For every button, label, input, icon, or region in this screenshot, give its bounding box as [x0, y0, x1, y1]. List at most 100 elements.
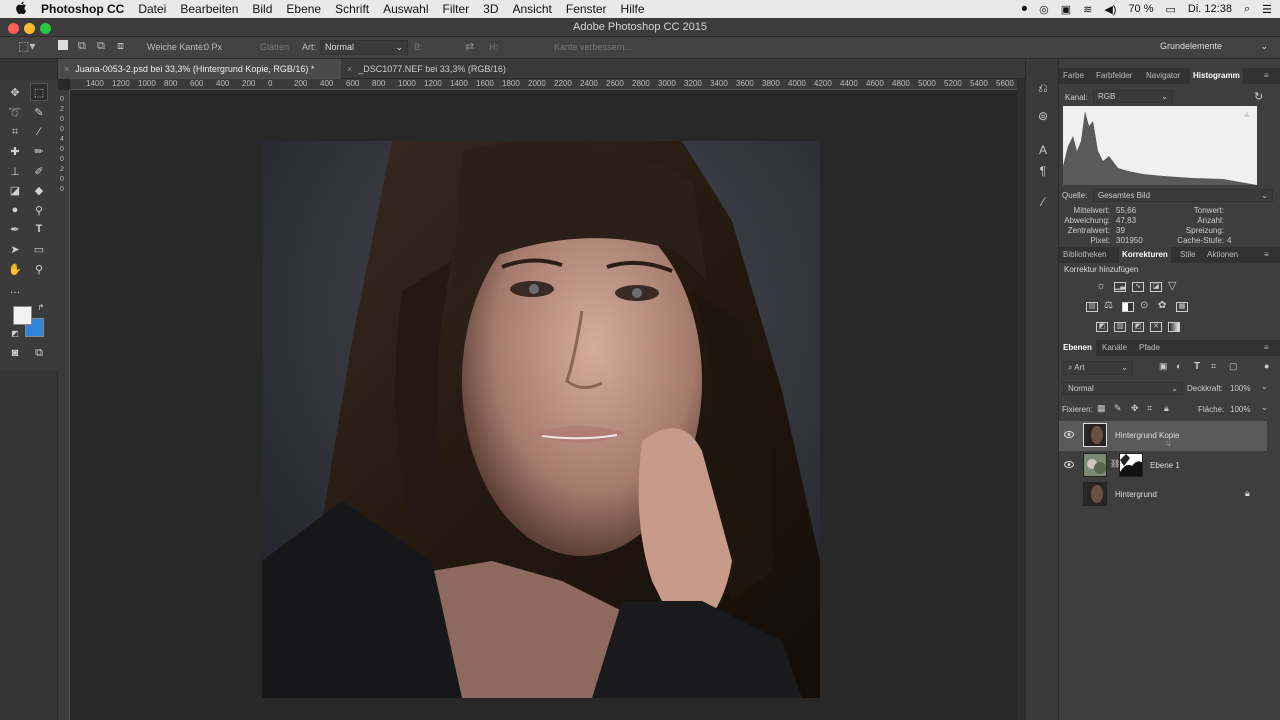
brightness-adj-icon[interactable]: ☼ [1096, 280, 1106, 292]
menu-auswahl[interactable]: Auswahl [383, 2, 428, 16]
lock-transparent-icon[interactable]: ▦ [1097, 403, 1106, 414]
battery-icon[interactable]: ▭ [1166, 3, 1176, 16]
chevron-down-icon[interactable]: ⌄ [1261, 403, 1268, 412]
exposure-adj-icon[interactable]: ◪ [1150, 282, 1162, 292]
color-lookup-adj-icon[interactable]: ▦ [1176, 302, 1188, 312]
app-menu[interactable]: Photoshop CC [41, 2, 124, 16]
eye-icon[interactable] [1064, 461, 1074, 468]
crop-tool-icon[interactable]: ⌗ [6, 123, 24, 141]
menu-ansicht[interactable]: Ansicht [513, 2, 552, 16]
threshold-adj-icon[interactable]: ◩ [1132, 322, 1144, 332]
menu-bearbeiten[interactable]: Bearbeiten [180, 2, 238, 16]
layer-filter-select[interactable]: ⌕ Art ⌄ [1063, 361, 1133, 375]
warning-icon[interactable]: ▲ [1242, 109, 1252, 120]
filter-type-icon[interactable]: T [1194, 361, 1200, 372]
healing-brush-tool-icon[interactable]: ✚ [6, 142, 24, 160]
tab-pfade[interactable]: Pfade [1139, 340, 1160, 356]
lasso-tool-icon[interactable]: ➰ [6, 103, 24, 121]
clone-stamp-tool-icon[interactable]: ⊥ [6, 162, 24, 180]
swap-icon[interactable]: ⇄ [465, 40, 474, 53]
layer-name[interactable]: Ebene 1 [1150, 461, 1180, 470]
clock[interactable]: Di. 12:38 [1188, 3, 1232, 15]
apple-icon[interactable] [16, 1, 27, 17]
quick-mask-icon[interactable]: ◙ [6, 344, 24, 362]
type-tool-icon[interactable]: T [30, 220, 48, 238]
refresh-icon[interactable]: ↻ [1254, 90, 1263, 103]
tab-dsc1077[interactable]: × _DSC1077.NEF bei 33,3% (RGB/16) [341, 59, 541, 79]
tab-aktionen[interactable]: Aktionen [1207, 247, 1238, 263]
layer-name[interactable]: Hintergrund [1115, 490, 1157, 499]
dodge-tool-icon[interactable]: ⚲ [30, 201, 48, 219]
eyedropper-tool-icon[interactable]: ⁄ [30, 123, 48, 141]
lock-artboard-icon[interactable]: ⌗ [1147, 403, 1152, 414]
vibrance-adj-icon[interactable]: ▽ [1168, 279, 1176, 292]
hand-tool-icon[interactable]: ✋ [6, 260, 24, 278]
tab-farbfelder[interactable]: Farbfelder [1096, 68, 1132, 84]
close-tab-icon[interactable]: × [64, 64, 69, 74]
history-panel-icon[interactable]: ⎌ [1034, 81, 1052, 99]
panel-menu-icon[interactable]: ≡ [1264, 340, 1269, 356]
foreground-color-swatch[interactable] [13, 306, 32, 325]
menu-hilfe[interactable]: Hilfe [621, 2, 645, 16]
marquee-preset-icon[interactable]: ⬚▾ [18, 39, 35, 53]
zoom-tool-icon[interactable]: ⚲ [30, 260, 48, 278]
new-selection-icon[interactable] [58, 40, 68, 50]
creative-cloud-icon[interactable]: ◎ [1039, 3, 1049, 16]
menu-bild[interactable]: Bild [252, 2, 272, 16]
color-balance-adj-icon[interactable]: ⚖ [1104, 300, 1113, 311]
menu-schrift[interactable]: Schrift [335, 2, 369, 16]
brush-panel-icon[interactable]: ⁄ [1034, 195, 1052, 213]
canvas-scrollbar[interactable] [1017, 79, 1025, 720]
filter-toggle-icon[interactable]: ● [1264, 361, 1269, 371]
blur-tool-icon[interactable]: ● [6, 201, 24, 219]
source-select[interactable]: Gesamtes Bild ⌄ [1093, 189, 1273, 202]
volume-icon[interactable]: ◀) [1104, 3, 1116, 16]
fill-input[interactable]: 100% [1230, 405, 1250, 414]
tab-korrekturen[interactable]: Korrekturen [1119, 247, 1171, 263]
record-icon[interactable]: ⏺ [1022, 3, 1028, 16]
paragraph-panel-icon[interactable]: ¶ [1034, 164, 1052, 182]
feather-input[interactable]: 0 Px [204, 42, 222, 52]
curves-adj-icon[interactable]: ∿ [1132, 282, 1144, 292]
tab-bibliotheken[interactable]: Bibliotheken [1063, 247, 1107, 263]
tab-navigator[interactable]: Navigator [1146, 68, 1180, 84]
blend-mode-select[interactable]: Normal ⌄ [1063, 382, 1183, 395]
menu-3d[interactable]: 3D [483, 2, 498, 16]
tab-farbe[interactable]: Farbe [1063, 68, 1084, 84]
history-brush-tool-icon[interactable]: ✐ [30, 162, 48, 180]
default-colors-icon[interactable]: ◩ [10, 328, 20, 338]
panel-menu-icon[interactable]: ≡ [1264, 247, 1269, 263]
swap-colors-icon[interactable]: ↱ [36, 302, 46, 312]
filter-adjustment-icon[interactable]: ◐ [1176, 361, 1181, 371]
style-select[interactable]: Normal ⌄ [320, 40, 408, 55]
wifi-icon[interactable]: ≋ [1083, 3, 1092, 16]
eraser-tool-icon[interactable]: ◪ [6, 181, 24, 199]
eye-icon[interactable] [1064, 431, 1074, 438]
portrait-photo[interactable] [262, 141, 820, 698]
tab-kanaele[interactable]: Kanäle [1102, 340, 1127, 356]
zoom-window-button[interactable] [40, 23, 51, 34]
layer-row-hintergrund-kopie[interactable]: Hintergrund Kopie ☟ [1059, 421, 1267, 451]
posterize-adj-icon[interactable]: ▨ [1114, 322, 1126, 332]
screen-mode-icon[interactable]: ⧉ [30, 344, 48, 362]
black-white-adj-icon[interactable] [1122, 302, 1134, 312]
move-tool-icon[interactable]: ✥ [6, 83, 24, 101]
properties-panel-icon[interactable]: ⊜ [1034, 109, 1052, 127]
selective-color-adj-icon[interactable]: ✕ [1150, 322, 1162, 332]
hue-saturation-adj-icon[interactable]: ▤ [1086, 302, 1098, 312]
photo-filter-adj-icon[interactable]: ⊙ [1140, 300, 1148, 311]
tab-ebenen[interactable]: Ebenen [1059, 340, 1096, 356]
lock-paint-icon[interactable]: ✎ [1114, 403, 1122, 414]
filter-shape-icon[interactable]: ⌗ [1211, 361, 1216, 372]
close-tab-icon[interactable]: × [347, 64, 352, 74]
paint-bucket-tool-icon[interactable]: ◆ [30, 181, 48, 199]
lock-position-icon[interactable]: ✥ [1131, 403, 1139, 414]
tab-juana[interactable]: × Juana-0053-2.psd bei 33,3% (Hintergrund… [58, 59, 341, 79]
path-selection-tool-icon[interactable]: ➤ [6, 240, 24, 258]
close-window-button[interactable] [8, 23, 19, 34]
refine-edge-button[interactable]: Kante verbessern... [554, 42, 632, 52]
pen-tool-icon[interactable]: ✒ [6, 220, 24, 238]
brush-tool-icon[interactable]: ✏ [30, 142, 48, 160]
panel-menu-icon[interactable]: ≡ [1264, 68, 1269, 84]
quick-selection-tool-icon[interactable]: ✎ [30, 103, 48, 121]
